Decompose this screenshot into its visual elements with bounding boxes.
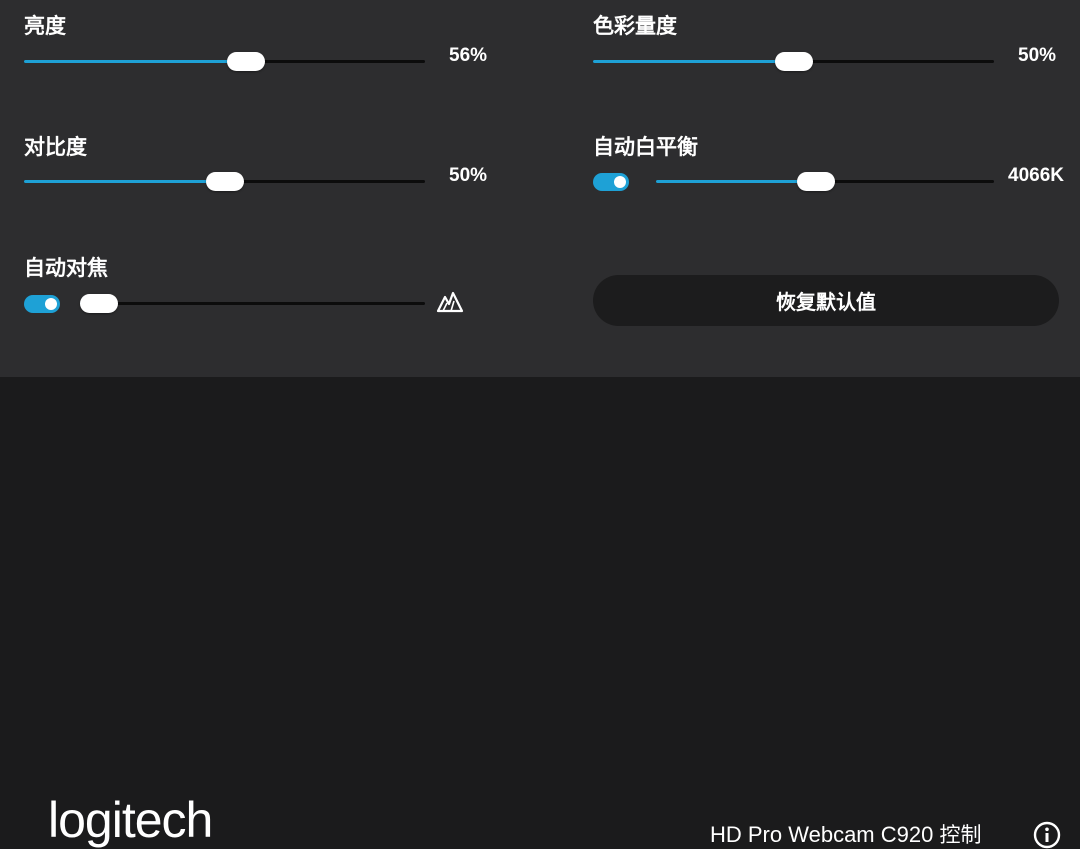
white-balance-auto-toggle[interactable]: [593, 173, 629, 191]
focus-slider[interactable]: [80, 302, 425, 305]
contrast-slider-fill: [24, 180, 225, 183]
white-balance-value: 4066K: [1008, 165, 1064, 186]
white-balance-label: 自动白平衡: [593, 135, 698, 159]
device-title-suffix: 控制: [939, 823, 982, 847]
device-model: HD Pro Webcam C920: [710, 822, 934, 847]
logitech-logo: logitech: [48, 792, 213, 848]
white-balance-slider-fill: [656, 180, 816, 183]
brightness-slider[interactable]: [24, 60, 425, 63]
autofocus-label: 自动对焦: [24, 256, 108, 280]
footer-bar: logitech HD Pro Webcam C920 控制: [0, 377, 1080, 849]
contrast-label: 对比度: [24, 135, 87, 159]
contrast-slider-thumb[interactable]: [205, 172, 244, 191]
toggle-knob: [45, 298, 57, 310]
brightness-value: 56%: [449, 45, 488, 66]
mountain-focus-icon: [436, 291, 464, 313]
saturation-label: 色彩量度: [593, 14, 677, 38]
contrast-value: 50%: [449, 165, 488, 186]
settings-panel: 亮度 56% 色彩量度 50% 对比度 50% 自动白平衡 4066K 自动对焦…: [0, 0, 1080, 377]
device-title: HD Pro Webcam C920 控制: [710, 824, 981, 846]
brightness-slider-thumb[interactable]: [227, 52, 266, 71]
reset-defaults-button[interactable]: 恢复默认值: [593, 275, 1059, 326]
toggle-knob: [614, 176, 626, 188]
brightness-slider-fill: [24, 60, 247, 63]
brightness-label: 亮度: [24, 14, 66, 38]
saturation-slider-fill: [593, 60, 794, 63]
white-balance-slider-thumb[interactable]: [797, 172, 835, 191]
autofocus-auto-toggle[interactable]: [24, 295, 60, 313]
saturation-slider-thumb[interactable]: [774, 52, 813, 71]
info-icon[interactable]: [1033, 821, 1061, 849]
focus-slider-thumb[interactable]: [80, 294, 118, 313]
saturation-value: 50%: [1018, 45, 1057, 66]
